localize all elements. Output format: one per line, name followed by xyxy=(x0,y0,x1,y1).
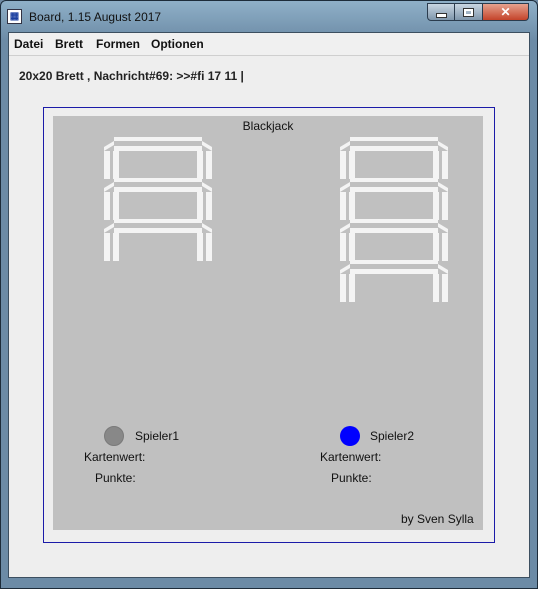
menu-brett[interactable]: Brett xyxy=(55,37,83,51)
card-back xyxy=(104,137,212,179)
window-title: Board, 1.15 August 2017 xyxy=(29,10,162,24)
card-back xyxy=(340,137,448,179)
player2-token xyxy=(340,426,360,446)
player2-punkte-label: Punkte: xyxy=(331,471,372,485)
window-controls: ✕ xyxy=(427,3,529,23)
client-area: Datei Brett Formen Optionen 20x20 Brett … xyxy=(8,32,530,578)
minimize-button[interactable] xyxy=(427,3,455,21)
board-app-icon[interactable]: ▦ xyxy=(7,9,22,24)
card-back xyxy=(104,178,212,220)
player1-kartenwert-label: Kartenwert: xyxy=(84,450,146,464)
application-window: ▦ Board, 1.15 August 2017 ✕ Datei Brett … xyxy=(0,0,538,589)
menu-datei[interactable]: Datei xyxy=(14,37,43,51)
minimize-icon xyxy=(435,12,447,18)
player2-name: Spieler2 xyxy=(370,429,415,443)
author-credit: by Sven Sylla xyxy=(401,512,474,526)
title-bar[interactable]: ▦ Board, 1.15 August 2017 ✕ xyxy=(1,1,537,31)
card-back xyxy=(340,178,448,220)
player1-punkte-label: Punkte: xyxy=(95,471,136,485)
board-title: Blackjack xyxy=(242,119,294,133)
player2-kartenwert-label: Kartenwert: xyxy=(320,450,382,464)
menu-formen[interactable]: Formen xyxy=(96,37,140,51)
close-icon: ✕ xyxy=(500,5,511,19)
card-back xyxy=(340,260,448,302)
maximize-button[interactable] xyxy=(455,3,483,21)
menu-optionen[interactable]: Optionen xyxy=(151,37,204,51)
player1-name: Spieler1 xyxy=(135,429,180,443)
player1-token xyxy=(104,426,124,446)
game-board[interactable]: Blackjack Spieler1 Kartenwert: Punkte: S… xyxy=(53,116,483,530)
card-back xyxy=(340,219,448,261)
status-message: 20x20 Brett , Nachricht#69: >>#fi 17 11 … xyxy=(19,69,244,83)
menu-bar: Datei Brett Formen Optionen xyxy=(9,33,529,56)
close-button[interactable]: ✕ xyxy=(483,3,529,21)
maximize-icon xyxy=(463,7,474,17)
card-back xyxy=(104,219,212,261)
